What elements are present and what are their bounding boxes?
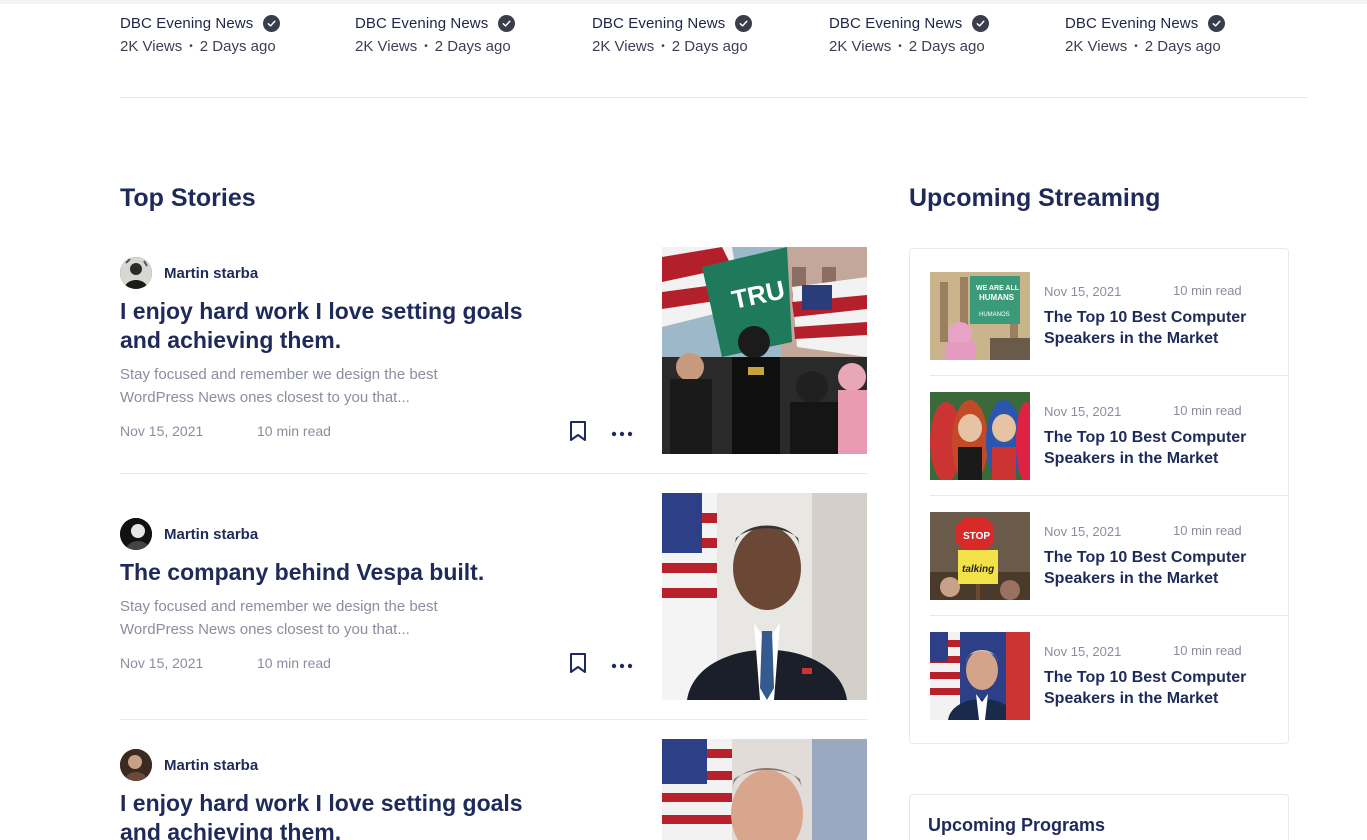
- channel-card[interactable]: DBC Evening News 2K Views • 2 Days ago: [1065, 12, 1226, 55]
- channel-name[interactable]: DBC Evening News: [355, 15, 488, 32]
- separator-dot: •: [661, 41, 665, 52]
- avatar[interactable]: [120, 257, 152, 289]
- channel-strip: DBC Evening News 2K Views • 2 Days ago D…: [120, 12, 1308, 98]
- separator-dot: •: [1134, 41, 1138, 52]
- story-author[interactable]: Martin starba: [120, 257, 258, 289]
- stream-item[interactable]: STOP talking Nov 15, 2021 10 min read Th…: [930, 512, 1289, 632]
- story-excerpt: Stay focused and remember we design the …: [120, 598, 438, 638]
- stream-thumbnail[interactable]: STOP talking: [930, 512, 1030, 600]
- check-circle-icon: [263, 14, 281, 32]
- stream-item[interactable]: WE ARE ALL HUMANS HUMANOS Nov 15, 2021 1…: [930, 272, 1289, 392]
- bookmark-icon[interactable]: [568, 420, 588, 442]
- channel-card[interactable]: DBC Evening News 2K Views • 2 Days ago: [829, 12, 990, 55]
- stream-read-time: 10 min read: [1173, 523, 1242, 538]
- story-excerpt: Stay focused and remember we design the …: [120, 366, 438, 406]
- channel-views: 2K Views: [829, 38, 892, 55]
- channel-card[interactable]: DBC Evening News 2K Views • 2 Days ago: [355, 12, 516, 55]
- story-image[interactable]: [662, 493, 867, 700]
- channel-name[interactable]: DBC Evening News: [592, 15, 725, 32]
- stream-read-time: 10 min read: [1173, 283, 1242, 298]
- story-date: Nov 15, 2021: [120, 655, 204, 671]
- check-circle-icon: [498, 14, 516, 32]
- channel-age: 2 Days ago: [199, 38, 276, 55]
- stream-read-time: 10 min read: [1173, 403, 1242, 418]
- stream-date: Nov 15, 2021: [1044, 644, 1122, 659]
- more-horizontal-icon[interactable]: [610, 658, 634, 669]
- story-date: Nov 15, 2021: [120, 423, 204, 439]
- channel-age: 2 Days ago: [434, 38, 511, 55]
- stream-title[interactable]: The Top 10 Best Computer Speakers in the…: [1044, 667, 1269, 709]
- upcoming-streaming-heading: Upcoming Streaming: [909, 184, 1161, 212]
- svg-text:HUMANS: HUMANS: [979, 293, 1015, 302]
- stream-title[interactable]: The Top 10 Best Computer Speakers in the…: [1044, 547, 1269, 589]
- top-stories-heading: Top Stories: [120, 184, 256, 212]
- story-author[interactable]: Martin starba: [120, 749, 258, 781]
- channel-age: 2 Days ago: [908, 38, 985, 55]
- author-name[interactable]: Martin starba: [164, 526, 258, 543]
- stream-thumbnail[interactable]: [930, 632, 1030, 720]
- story-divider: [120, 719, 867, 720]
- channel-card[interactable]: DBC Evening News 2K Views • 2 Days ago: [120, 12, 281, 55]
- story-image[interactable]: [662, 739, 867, 840]
- svg-text:talking: talking: [962, 564, 994, 575]
- check-circle-icon: [735, 14, 753, 32]
- author-name[interactable]: Martin starba: [164, 265, 258, 282]
- stream-thumbnail[interactable]: [930, 392, 1030, 480]
- separator-dot: •: [424, 41, 428, 52]
- stream-divider: [930, 615, 1289, 616]
- svg-text:STOP: STOP: [963, 531, 990, 542]
- channel-card[interactable]: DBC Evening News 2K Views • 2 Days ago: [592, 12, 753, 55]
- stream-divider: [930, 375, 1289, 376]
- more-horizontal-icon[interactable]: [610, 426, 634, 437]
- channel-age: 2 Days ago: [1144, 38, 1221, 55]
- channel-views: 2K Views: [592, 38, 655, 55]
- story-title[interactable]: I enjoy hard work I love setting goals a…: [120, 297, 560, 355]
- stream-date: Nov 15, 2021: [1044, 404, 1122, 419]
- channel-age: 2 Days ago: [671, 38, 748, 55]
- channel-views: 2K Views: [355, 38, 418, 55]
- avatar[interactable]: [120, 518, 152, 550]
- story-title[interactable]: The company behind Vespa built.: [120, 558, 560, 587]
- story-divider: [120, 473, 867, 474]
- svg-text:WE ARE ALL: WE ARE ALL: [976, 285, 1020, 292]
- story-title[interactable]: I enjoy hard work I love setting goals a…: [120, 789, 560, 840]
- check-circle-icon: [972, 14, 990, 32]
- separator-dot: •: [898, 41, 902, 52]
- stream-item[interactable]: Nov 15, 2021 10 min read The Top 10 Best…: [930, 632, 1289, 752]
- stream-thumbnail[interactable]: WE ARE ALL HUMANS HUMANOS: [930, 272, 1030, 360]
- stream-divider: [930, 495, 1289, 496]
- author-name[interactable]: Martin starba: [164, 757, 258, 774]
- separator-dot: •: [189, 41, 193, 52]
- story-author[interactable]: Martin starba: [120, 518, 258, 550]
- story-read-time: 10 min read: [257, 655, 331, 671]
- stream-title[interactable]: The Top 10 Best Computer Speakers in the…: [1044, 427, 1269, 469]
- upcoming-programs-heading: Upcoming Programs: [928, 815, 1106, 835]
- story-image[interactable]: TRU: [662, 247, 867, 454]
- check-circle-icon: [1208, 14, 1226, 32]
- stream-date: Nov 15, 2021: [1044, 284, 1122, 299]
- streaming-card: WE ARE ALL HUMANS HUMANOS Nov 15, 2021 1…: [909, 248, 1289, 744]
- stream-date: Nov 15, 2021: [1044, 524, 1122, 539]
- programs-card: Upcoming Programs: [909, 794, 1289, 840]
- stream-read-time: 10 min read: [1173, 643, 1242, 658]
- channel-name[interactable]: DBC Evening News: [120, 15, 253, 32]
- avatar[interactable]: [120, 749, 152, 781]
- channel-name[interactable]: DBC Evening News: [829, 15, 962, 32]
- channel-views: 2K Views: [1065, 38, 1128, 55]
- story-read-time: 10 min read: [257, 423, 331, 439]
- stream-title[interactable]: The Top 10 Best Computer Speakers in the…: [1044, 307, 1269, 349]
- bookmark-icon[interactable]: [568, 652, 588, 674]
- channel-views: 2K Views: [120, 38, 183, 55]
- top-divider: [0, 0, 1367, 4]
- channel-name[interactable]: DBC Evening News: [1065, 15, 1198, 32]
- svg-text:HUMANOS: HUMANOS: [979, 312, 1010, 318]
- stream-item[interactable]: Nov 15, 2021 10 min read The Top 10 Best…: [930, 392, 1289, 512]
